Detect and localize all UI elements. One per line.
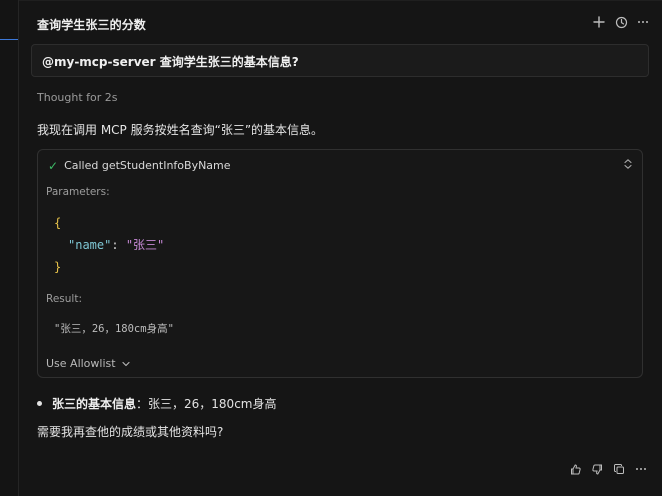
left-rail: [0, 0, 19, 496]
header-actions: [592, 15, 650, 29]
thumbs-up-icon[interactable]: [568, 462, 582, 476]
tool-call-card: ✓ Called getStudentInfoByName Parameters…: [37, 149, 643, 378]
more-icon[interactable]: [634, 462, 648, 476]
plus-icon[interactable]: [592, 15, 606, 29]
chat-title: 查询学生张三的分数: [37, 18, 146, 32]
json-value: "张三": [125, 238, 165, 252]
result-label: Result:: [46, 293, 82, 305]
chat-header: 查询学生张三的分数: [19, 0, 662, 47]
history-icon[interactable]: [614, 15, 628, 29]
summary-label: 张三的基本信息: [52, 397, 137, 411]
summary-list-item: 张三的基本信息：张三，26，180cm身高: [37, 395, 276, 412]
json-close-brace: }: [54, 260, 62, 274]
copy-icon[interactable]: [612, 462, 626, 476]
chevron-down-icon: [121, 359, 131, 369]
parameters-json: { "name": "张三" }: [54, 212, 164, 278]
assistant-intro: 我现在调用 MCP 服务按姓名查询“张三”的基本信息。: [37, 123, 324, 137]
json-open-brace: {: [54, 216, 62, 230]
json-open-line: {: [54, 212, 164, 234]
bullet-icon: [37, 401, 42, 406]
message-actions: [568, 462, 648, 476]
allowlist-label: Use Allowlist: [46, 357, 116, 370]
summary-value: ：张三，26，180cm身高: [136, 397, 277, 411]
follow-up-question: 需要我再查他的成绩或其他资料吗?: [37, 425, 224, 439]
json-colon: :: [111, 238, 126, 252]
thought-status: Thought for 2s: [37, 91, 118, 104]
parameters-label: Parameters:: [46, 186, 110, 198]
tool-call-header[interactable]: ✓ Called getStudentInfoByName: [48, 159, 231, 172]
json-close-line: }: [54, 256, 164, 278]
user-prompt-box[interactable]: @my-mcp-server 查询学生张三的基本信息?: [31, 44, 649, 77]
more-icon[interactable]: [636, 15, 650, 29]
check-icon: ✓: [48, 158, 59, 173]
chat-app: 查询学生张三的分数 @my-mcp-server 查询学生张三的基本信息? Th…: [0, 0, 662, 496]
result-value: "张三，26，180cm身高": [54, 323, 174, 335]
expand-collapse-icon[interactable]: [622, 158, 634, 170]
use-allowlist-button[interactable]: Use Allowlist: [46, 357, 131, 370]
json-name-line: "name": "张三": [54, 234, 164, 256]
active-indicator: [0, 39, 18, 40]
thumbs-down-icon[interactable]: [590, 462, 604, 476]
json-key: "name": [68, 238, 112, 252]
user-prompt-text: @my-mcp-server 查询学生张三的基本信息?: [42, 55, 299, 69]
tool-call-status: Called getStudentInfoByName: [64, 159, 231, 172]
